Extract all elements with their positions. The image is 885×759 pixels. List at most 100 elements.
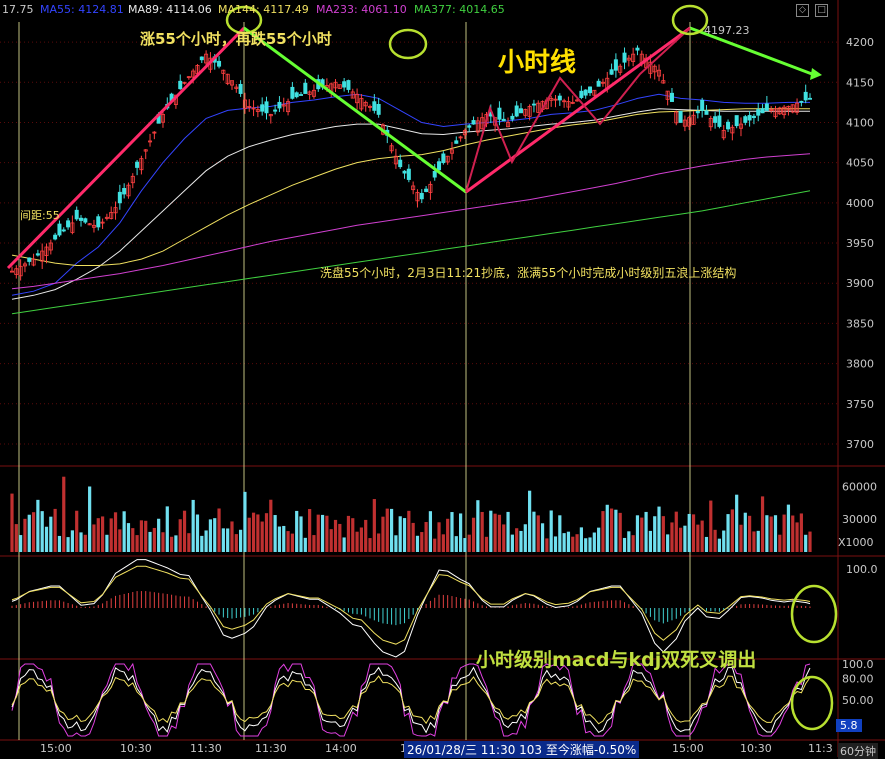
volume-bar — [618, 512, 622, 552]
y-tick-label: 4050 — [846, 157, 874, 170]
candle-body — [803, 91, 808, 101]
volume-bar — [471, 517, 476, 552]
candle-body — [531, 103, 536, 106]
volume-bar — [799, 513, 803, 552]
candle-body — [402, 170, 407, 174]
volume-bar — [377, 533, 381, 552]
restore-icon[interactable]: □ — [815, 4, 828, 17]
candle-body — [808, 97, 813, 100]
volume-bar — [515, 528, 519, 552]
volume-bar — [57, 535, 62, 552]
volume-bar — [407, 510, 411, 552]
volume-bar — [243, 491, 247, 552]
volume-bar — [540, 523, 545, 552]
circle-marker — [388, 28, 428, 60]
candle-body — [579, 90, 584, 98]
volume-bar — [571, 536, 575, 552]
volume-bar — [92, 524, 96, 552]
volume-bar — [402, 518, 407, 552]
volume-bar — [644, 511, 648, 552]
volume-bar — [152, 527, 156, 552]
candle-body — [122, 188, 127, 195]
volume-bar — [234, 534, 238, 552]
candle-body — [518, 108, 523, 114]
candle-body — [376, 103, 381, 115]
candle-body — [514, 105, 519, 117]
volume-bar — [398, 516, 402, 552]
volume-bar — [424, 521, 428, 552]
volume-bar — [696, 524, 700, 552]
candle-body — [717, 115, 722, 127]
kdj-value-badge: 5.8 — [836, 719, 862, 732]
circle-marker — [790, 584, 838, 644]
y-tick-label: 4000 — [846, 197, 874, 210]
volume-bar — [368, 538, 372, 552]
volume-bar — [553, 536, 558, 552]
peak-value-label: 4197.23 — [704, 24, 750, 37]
volume-bar — [484, 536, 489, 552]
volume-bar — [277, 526, 282, 552]
volume-bar — [226, 528, 230, 552]
candle-body — [596, 80, 601, 87]
ma144-label: MA144: 4117.49 — [218, 3, 309, 16]
volume-bar — [385, 508, 389, 552]
y-tick-label: 4150 — [846, 76, 874, 89]
volume-bar — [519, 530, 523, 552]
volume-bar — [49, 516, 53, 552]
ma377-label: MA377: 4014.65 — [414, 3, 505, 16]
candle-body — [726, 121, 731, 130]
volume-bar — [66, 537, 70, 552]
volume-bar — [217, 508, 221, 552]
macd-kdj-note: 小时级别macd与kdj双死叉调出 — [476, 649, 757, 671]
candle-body — [57, 223, 62, 236]
candle-body — [303, 82, 308, 94]
volume-bar — [756, 530, 760, 552]
volume-bar — [381, 516, 385, 552]
volume-bar — [415, 535, 420, 552]
volume-bar — [523, 524, 527, 552]
volume-bar — [713, 529, 717, 552]
volume-bar — [601, 511, 605, 552]
volume-bar — [200, 535, 204, 552]
volume-bar — [14, 524, 18, 552]
volume-bar — [346, 515, 351, 552]
volume-bar — [622, 537, 627, 552]
candle-body — [117, 191, 122, 204]
volume-bar — [584, 538, 588, 552]
volume-bar — [338, 523, 342, 552]
volume-tick-label: 30000 — [842, 513, 877, 526]
volume-bar — [670, 522, 674, 552]
candle-body — [61, 229, 66, 232]
candle-body — [700, 99, 705, 111]
volume-bar — [597, 527, 601, 552]
candle-body — [669, 92, 674, 102]
volume-bar — [700, 520, 704, 552]
candle-body — [760, 108, 765, 114]
volume-bar — [428, 511, 433, 552]
volume-bar — [260, 521, 264, 552]
volume-bar — [678, 527, 683, 552]
volume-bar — [364, 519, 368, 552]
volume-bar — [760, 496, 765, 552]
volume-bar — [726, 514, 730, 552]
volume-bar — [791, 515, 795, 552]
ma89-label: MA89: 4114.06 — [128, 3, 212, 16]
volume-bar — [609, 508, 614, 552]
diamond-icon[interactable]: ◇ — [796, 4, 809, 17]
candle-body — [695, 110, 700, 114]
candle-body — [471, 120, 476, 125]
candle-body — [277, 101, 282, 109]
volume-bar — [467, 534, 471, 552]
volume-bar — [372, 499, 376, 552]
volume-bar — [549, 510, 553, 552]
volume-bar — [433, 538, 437, 552]
y-tick-label: 3850 — [846, 317, 874, 330]
candle-body — [260, 104, 265, 112]
x-tick-label: 11:30 — [190, 742, 222, 755]
candle-body — [178, 80, 183, 90]
volume-bar — [683, 525, 687, 552]
hourline-title: 小时线 — [498, 48, 577, 78]
status-info-bar: 26/01/28/三 11:30 103 至今涨幅-0.50% — [404, 741, 640, 758]
kdj-tick-label: 50.00 — [842, 694, 874, 707]
volume-bar — [148, 531, 152, 552]
